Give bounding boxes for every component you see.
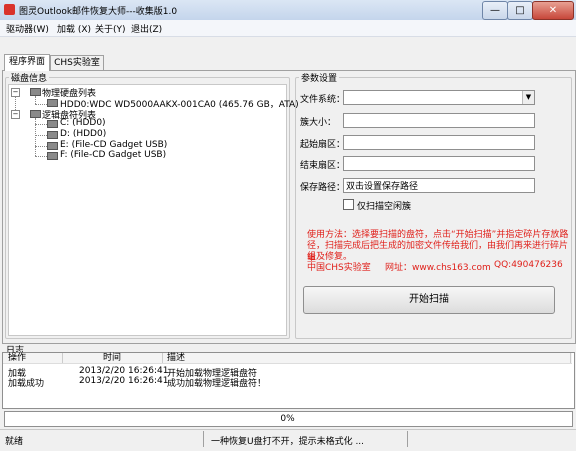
tree-drive-item[interactable]: E: (File-CD Gadget USB) — [60, 140, 167, 150]
fs-label: 文件系统： — [300, 95, 346, 105]
website-link[interactable]: 网址：www.chs163.com — [385, 260, 491, 273]
tab-program[interactable]: 程序界面 — [4, 54, 50, 71]
cluster-size-input[interactable] — [343, 113, 535, 128]
cluster-size-label: 簇大小： — [300, 118, 337, 128]
column-separator[interactable] — [570, 353, 571, 363]
drive-icon — [47, 142, 58, 150]
tree-line — [35, 156, 47, 157]
tree-line — [35, 135, 47, 136]
tree-line — [35, 104, 47, 105]
app-icon — [4, 4, 15, 15]
log-row-time: 2013/2/20 16:26:41 — [79, 376, 169, 386]
lab-name: 中国CHS实验室 — [307, 263, 371, 273]
tree-line — [35, 146, 47, 147]
log-col-time[interactable]: 时间 — [103, 353, 121, 363]
drive-icon — [47, 131, 58, 139]
drive-icon — [30, 110, 41, 118]
minimize-button[interactable]: — — [482, 1, 508, 20]
close-button[interactable]: ✕ — [532, 1, 574, 20]
menu-drives[interactable]: 驱动器(W) — [6, 22, 49, 35]
column-separator[interactable] — [162, 353, 163, 363]
tree-drive-item[interactable]: F: (File-CD Gadget USB) — [60, 150, 166, 160]
free-clusters-checkbox[interactable] — [343, 199, 354, 210]
start-scan-button[interactable]: 开始扫描 — [303, 286, 555, 314]
log-row-desc: 成功加载物理逻辑盘符！ — [167, 379, 267, 389]
column-separator[interactable] — [62, 353, 63, 363]
disk-info-legend: 磁盘信息 — [9, 71, 50, 84]
qq-contact: QQ:490476236 — [494, 260, 563, 270]
free-clusters-label[interactable]: 仅扫描空闲簇 — [357, 199, 411, 212]
log-col-op[interactable]: 操作 — [8, 353, 26, 363]
params-legend: 参数设置 — [299, 71, 340, 84]
tree-drive-item[interactable]: D: (HDD0) — [60, 129, 106, 139]
log-header — [3, 353, 572, 364]
collapse-icon[interactable]: − — [11, 110, 20, 119]
tab-chs-lab[interactable]: CHS实验室 — [50, 55, 104, 70]
end-sector-label: 结束扇区： — [300, 161, 346, 171]
save-path-input[interactable]: 双击设置保存路径 — [343, 178, 535, 193]
menu-exit[interactable]: 退出(Z) — [131, 22, 162, 35]
progress-label: 0% — [280, 414, 295, 424]
save-path-label: 保存路径： — [300, 183, 346, 193]
collapse-icon[interactable]: − — [11, 88, 20, 97]
drive-icon — [47, 120, 58, 128]
menu-about[interactable]: 关于(Y) — [95, 22, 126, 35]
hard-disk-icon — [47, 99, 58, 107]
status-ready: 就绪 — [5, 437, 24, 447]
log-col-desc[interactable]: 描述 — [167, 353, 185, 363]
tree-drive-item[interactable]: C: (HDD0) — [60, 118, 106, 128]
start-sector-label: 起始扇区： — [300, 140, 346, 150]
log-row-time: 2013/2/20 16:26:41 — [79, 366, 169, 376]
drive-icon — [47, 152, 58, 160]
chevron-down-icon[interactable]: ▼ — [522, 91, 534, 104]
status-message[interactable]: 一种恢复U盘打不开，提示未格式化 ... — [211, 434, 364, 447]
hard-disk-icon — [30, 88, 41, 96]
fs-select[interactable]: ▼ — [343, 90, 535, 105]
end-sector-input[interactable] — [343, 156, 535, 171]
tree-line — [35, 96, 36, 104]
status-divider — [407, 431, 408, 447]
log-row-op: 加载成功 — [8, 379, 45, 389]
menu-load[interactable]: 加载 (X) — [57, 22, 91, 35]
status-divider — [203, 431, 204, 447]
start-sector-input[interactable] — [343, 135, 535, 150]
window-title: 图灵Outlook邮件恢复大师---收集版1.0 — [19, 7, 178, 17]
tree-line — [35, 124, 47, 125]
maximize-button[interactable]: □ — [507, 1, 533, 20]
